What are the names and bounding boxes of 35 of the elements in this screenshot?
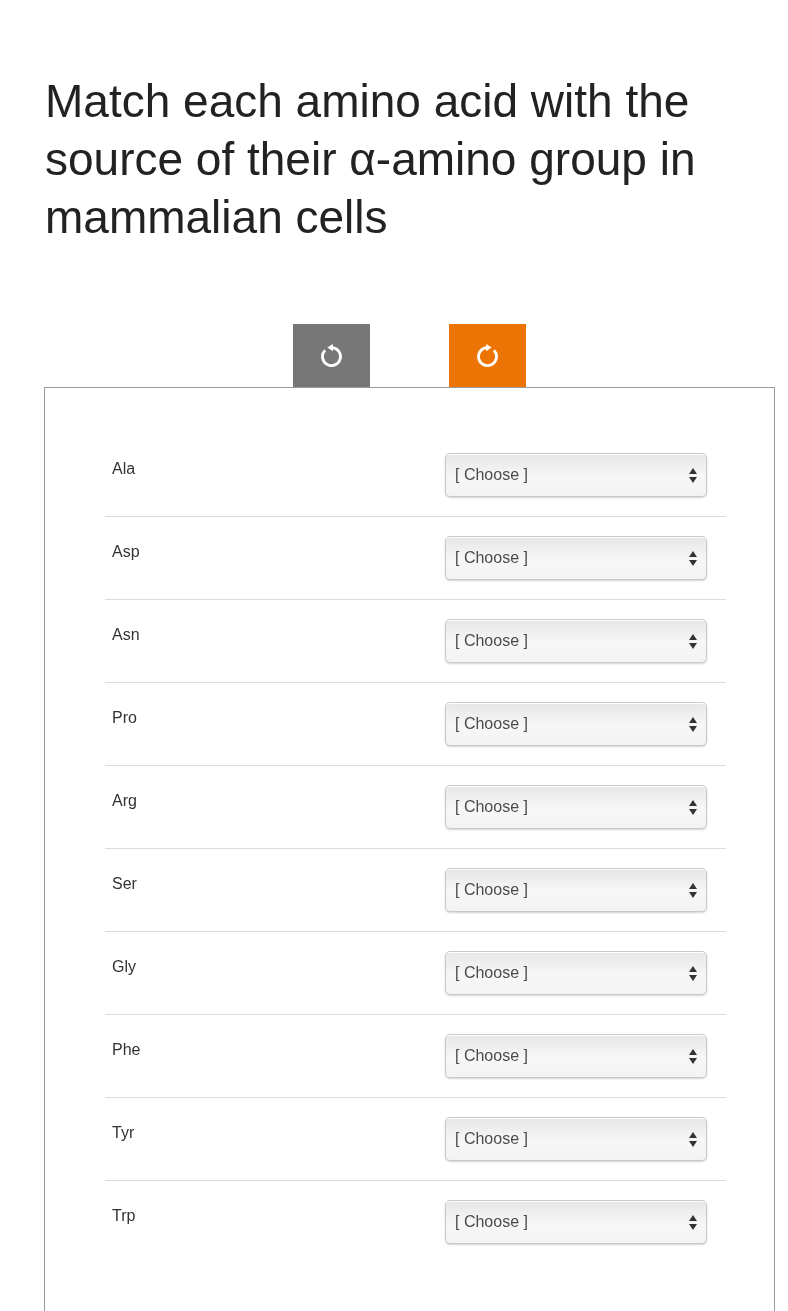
amino-acid-label: Ser [112, 874, 138, 894]
choose-dropdown[interactable]: [ Choose ] [445, 1117, 707, 1161]
amino-acid-label: Asp [112, 542, 141, 562]
undo-button[interactable] [293, 324, 370, 387]
dropdown-arrows-icon [689, 965, 697, 981]
choose-dropdown[interactable]: [ Choose ] [445, 702, 707, 746]
question-title: Match each amino acid with the source of their α-amino group in mammalian cells [45, 74, 697, 245]
amino-acid-label: Arg [112, 791, 138, 811]
amino-acid-label: Asn [112, 625, 141, 645]
dropdown-arrows-icon [689, 1048, 697, 1064]
amino-acid-label: Ala [112, 459, 137, 479]
dropdown-arrows-icon [689, 1131, 697, 1147]
amino-acid-label: Trp [112, 1206, 137, 1226]
dropdown-arrows-icon [689, 633, 697, 649]
redo-button[interactable] [449, 324, 526, 387]
choose-dropdown[interactable]: [ Choose ] [445, 868, 707, 912]
dropdown-arrows-icon [689, 716, 697, 732]
amino-acid-label: Tyr [112, 1123, 136, 1143]
choose-dropdown[interactable]: [ Choose ] [445, 785, 707, 829]
dropdown-arrows-icon [689, 467, 697, 483]
choose-dropdown[interactable]: [ Choose ] [445, 453, 707, 497]
choose-dropdown[interactable]: [ Choose ] [445, 951, 707, 995]
dropdown-arrows-icon [689, 1214, 697, 1230]
choose-dropdown[interactable]: [ Choose ] [445, 1034, 707, 1078]
choose-dropdown[interactable]: [ Choose ] [445, 619, 707, 663]
dropdown-arrows-icon [689, 882, 697, 898]
dropdown-arrows-icon [689, 799, 697, 815]
amino-acid-label: Phe [112, 1040, 142, 1060]
amino-acid-label: Gly [112, 957, 137, 977]
choose-dropdown[interactable]: [ Choose ] [445, 1200, 707, 1244]
rotate-left-icon [321, 344, 342, 367]
rotate-right-icon [477, 344, 498, 367]
choose-dropdown[interactable]: [ Choose ] [445, 536, 707, 580]
amino-acid-label: Pro [112, 708, 138, 728]
dropdown-arrows-icon [689, 550, 697, 566]
